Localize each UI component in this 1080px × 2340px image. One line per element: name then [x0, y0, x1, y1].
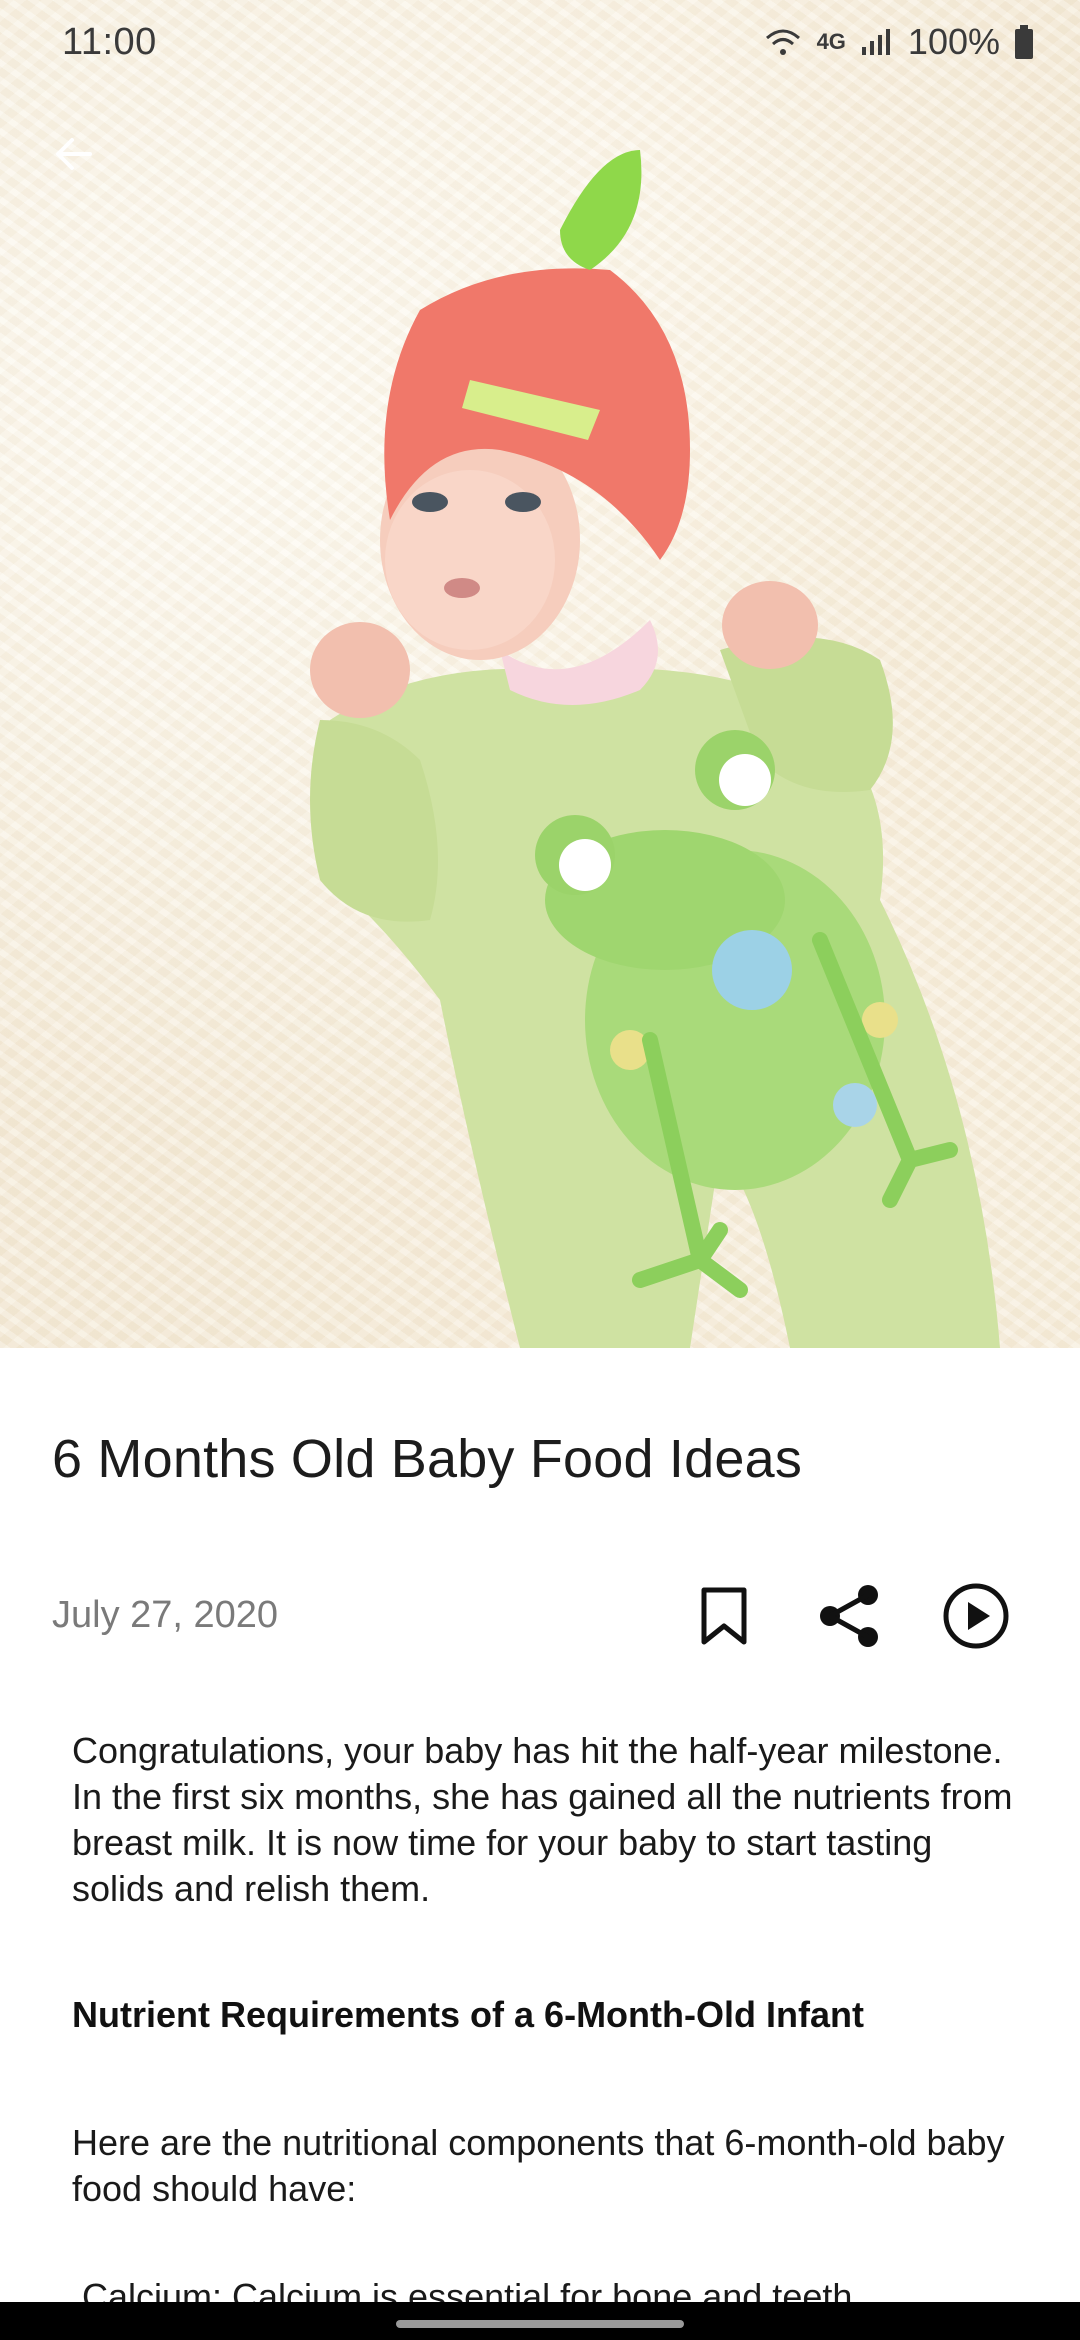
gesture-handle[interactable] — [396, 2320, 684, 2328]
article-date: July 27, 2020 — [52, 1593, 279, 1636]
arrow-back-icon — [56, 138, 92, 170]
play-button[interactable] — [940, 1580, 1012, 1652]
bookmark-icon — [701, 1587, 747, 1645]
section-intro: Here are the nutritional components that… — [72, 2122, 1005, 2209]
network-type-label: 4G — [816, 29, 846, 54]
battery-icon — [1014, 25, 1034, 59]
status-bar: 11:00 4G 100% — [0, 0, 1080, 84]
back-button[interactable] — [44, 124, 104, 184]
article-intro: Congratulations, your baby has hit the h… — [72, 1730, 1013, 1909]
system-nav-bar — [0, 2302, 1080, 2340]
status-time: 11:00 — [62, 20, 157, 63]
play-circle-icon — [943, 1583, 1009, 1649]
battery-percent: 100% — [907, 21, 1000, 62]
bookmark-button[interactable] — [688, 1580, 760, 1652]
article-meta-row: July 27, 2020 — [52, 1580, 1012, 1650]
section-heading: Nutrient Requirements of a 6-Month-Old I… — [72, 1994, 864, 2035]
share-icon — [820, 1585, 878, 1647]
article-actions — [688, 1580, 1012, 1652]
article-title: 6 Months Old Baby Food Ideas — [52, 1429, 803, 1489]
hero-image: 11:00 4G 100% — [0, 0, 1080, 1348]
share-button[interactable] — [814, 1580, 886, 1652]
wifi-icon — [763, 26, 803, 58]
baby-photo — [310, 150, 1000, 1348]
status-icons: 4G 100% — [763, 21, 1034, 63]
signal-icon — [860, 27, 894, 57]
